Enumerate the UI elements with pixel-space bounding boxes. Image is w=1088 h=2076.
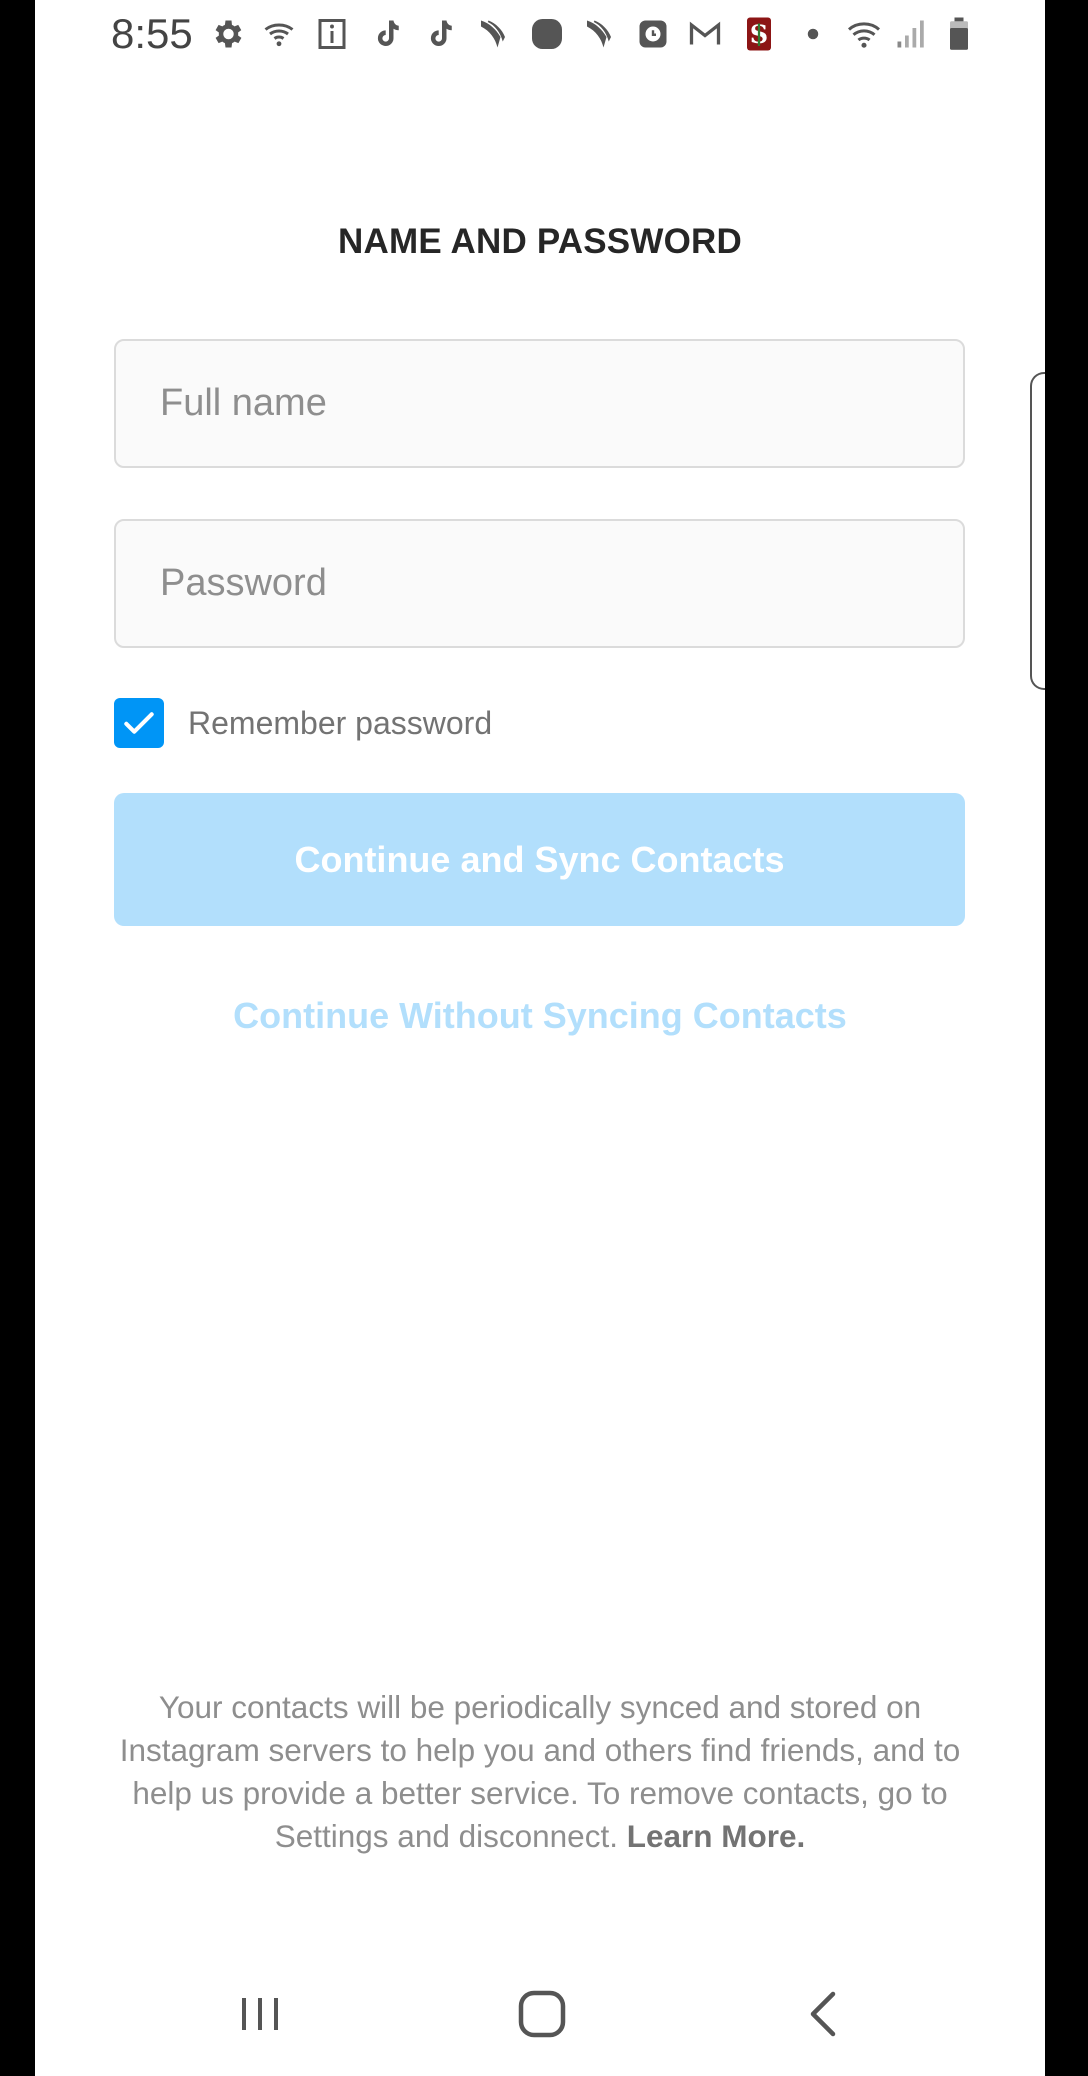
battery-icon	[941, 16, 977, 52]
sync-disclaimer: Your contacts will be periodically synce…	[115, 1686, 965, 1858]
password-input[interactable]	[116, 521, 963, 646]
continue-and-sync-contacts-button[interactable]: Continue and Sync Contacts	[114, 793, 965, 926]
remember-password-label: Remember password	[188, 704, 493, 741]
status-time: 8:55	[111, 10, 193, 57]
wifi-icon	[843, 16, 885, 52]
home-icon[interactable]	[512, 1984, 572, 2044]
continue-without-syncing-link[interactable]: Continue Without Syncing Contacts	[35, 995, 1045, 1037]
clock-app-icon	[635, 16, 671, 52]
info-icon	[314, 16, 350, 52]
gmail-icon	[687, 16, 723, 52]
wifi-calling-icon	[261, 16, 297, 52]
app-screen: 8:55 S NAME AND PASSWORD Full name Remem…	[35, 0, 1045, 2076]
gear-icon	[209, 16, 245, 52]
sprint-icon	[475, 16, 511, 52]
continue-and-sync-contacts-label: Continue and Sync Contacts	[294, 838, 785, 880]
back-icon[interactable]	[795, 1984, 855, 2044]
full-name-input[interactable]	[116, 341, 963, 466]
dot-icon	[795, 16, 831, 52]
tiktok-icon	[421, 16, 457, 52]
app-icon	[527, 16, 567, 52]
signal-icon	[893, 16, 929, 52]
full-name-field-container	[114, 339, 965, 468]
remember-password-checkbox[interactable]	[114, 698, 164, 748]
password-field-container	[114, 519, 965, 648]
sync-disclaimer-text: Your contacts will be periodically synce…	[119, 1689, 961, 1854]
navigation-bar	[35, 1960, 1045, 2070]
tiktok-icon	[368, 16, 404, 52]
sprint-icon	[581, 16, 617, 52]
stanford-icon: S	[741, 16, 777, 52]
page-title: NAME AND PASSWORD	[338, 222, 742, 261]
checkmark-icon	[124, 712, 154, 734]
recents-icon[interactable]	[230, 1984, 290, 2044]
learn-more-link[interactable]: Learn More.	[627, 1818, 806, 1854]
edge-panel-handle[interactable]	[1030, 372, 1045, 690]
status-bar: 8:55 S	[35, 0, 1045, 70]
remember-password-row[interactable]: Remember password	[114, 697, 492, 749]
